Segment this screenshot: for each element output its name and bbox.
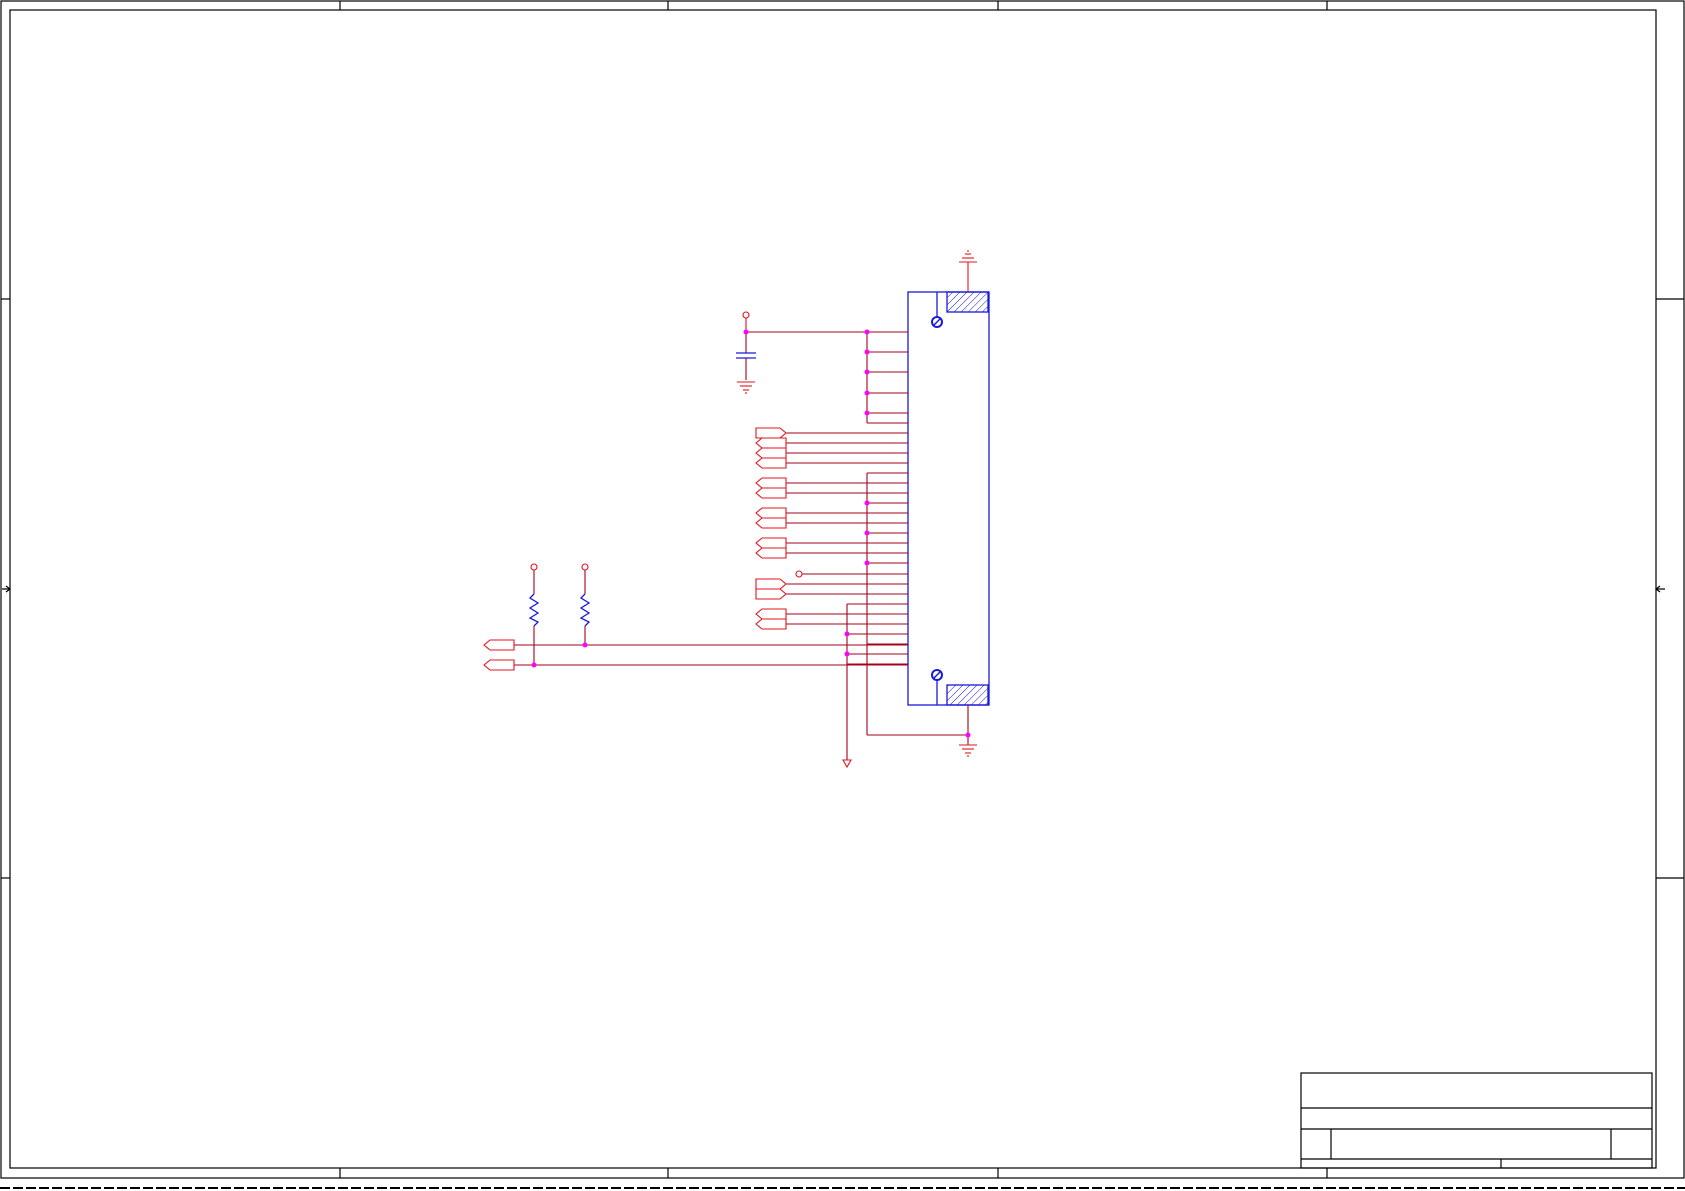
ground-icon bbox=[959, 744, 977, 757]
test-point-icon bbox=[795, 570, 803, 578]
inner-border bbox=[9, 9, 1657, 1169]
off-page-connector-icon bbox=[755, 578, 787, 590]
junction-dot bbox=[864, 369, 870, 375]
off-page-connector-icon bbox=[755, 447, 787, 459]
off-page-connector-icon bbox=[755, 487, 787, 499]
junction-dot bbox=[582, 642, 588, 648]
junction-dot bbox=[864, 530, 870, 536]
signal-arrow-down-icon bbox=[842, 759, 852, 769]
power-flag-icon bbox=[742, 311, 750, 332]
off-page-connector-icon bbox=[483, 639, 515, 651]
off-page-connector-icon bbox=[755, 437, 787, 449]
junction-dot bbox=[743, 329, 749, 335]
off-page-connector-icon bbox=[755, 507, 787, 519]
off-page-connector-icon bbox=[755, 537, 787, 549]
outer-border bbox=[0, 0, 1685, 1179]
off-page-connector-icon bbox=[755, 588, 787, 600]
connector-body bbox=[907, 291, 990, 706]
junction-dot bbox=[844, 651, 850, 657]
connector-component bbox=[907, 291, 990, 706]
off-page-connector-icon bbox=[755, 618, 787, 630]
ground-icon bbox=[737, 381, 755, 394]
off-page-connectors bbox=[483, 427, 803, 671]
junction-dot bbox=[531, 662, 537, 668]
junction-dot bbox=[864, 329, 870, 335]
off-page-connector-icon bbox=[755, 547, 787, 559]
mounting-hole-icon bbox=[931, 669, 943, 681]
off-page-connector-icon bbox=[755, 608, 787, 620]
junction-dot bbox=[864, 500, 870, 506]
hatched-pad-icon bbox=[946, 291, 989, 313]
mounting-hole-icon bbox=[931, 316, 943, 328]
capacitor-icon bbox=[736, 332, 756, 380]
off-page-connector-icon bbox=[755, 477, 787, 489]
junction-dot bbox=[965, 732, 971, 738]
net-wires bbox=[514, 331, 969, 760]
off-page-connector-icon bbox=[755, 517, 787, 529]
junction-dot bbox=[864, 349, 870, 355]
title-block-frame bbox=[1300, 1072, 1653, 1169]
off-page-connector-icon bbox=[755, 427, 787, 439]
title-block bbox=[1300, 1072, 1653, 1169]
off-page-connector-icon bbox=[483, 659, 515, 671]
junction-dot bbox=[844, 631, 850, 637]
junction-dot bbox=[864, 560, 870, 566]
center-mark-right-icon bbox=[1655, 585, 1665, 593]
hatched-pad-icon bbox=[946, 684, 989, 706]
junction-dot bbox=[864, 390, 870, 396]
off-page-connector-icon bbox=[755, 457, 787, 469]
schematic-sheet bbox=[0, 0, 1685, 1189]
junction-dot bbox=[864, 410, 870, 416]
ground-icon bbox=[959, 250, 977, 292]
center-mark-left-icon bbox=[2, 585, 11, 593]
